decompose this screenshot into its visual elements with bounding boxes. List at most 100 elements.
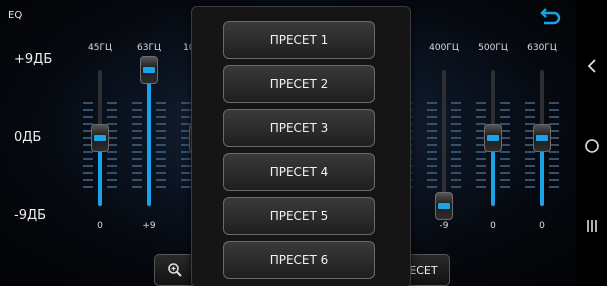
- nav-home-button[interactable]: [576, 138, 607, 154]
- scale-tick: [476, 186, 486, 188]
- scale-tick: [500, 109, 510, 111]
- preset-6-button[interactable]: ПРЕСЕТ 6: [223, 241, 375, 279]
- slider-knob[interactable]: [91, 124, 109, 152]
- scale-tick: [427, 102, 437, 104]
- scale-tick: [132, 186, 142, 188]
- band-frequency-label: 63ГЦ: [137, 43, 161, 53]
- scale-tick: [107, 123, 117, 125]
- scale-tick: [476, 158, 486, 160]
- eq-band-slider[interactable]: [80, 62, 120, 212]
- slider-knob[interactable]: [140, 56, 158, 84]
- recents-icon: [586, 220, 597, 232]
- scale-tick: [525, 165, 535, 167]
- eq-screen: EQ +9ДБ 0ДБ -9ДБ 45ГЦ063ГЦ+9100ГЦ315ГЦ+9…: [0, 0, 576, 286]
- scale-tick: [156, 144, 166, 146]
- scale-tick: [156, 116, 166, 118]
- scale-tick: [107, 102, 117, 104]
- scale-tick: [132, 137, 142, 139]
- slider-knob[interactable]: [484, 124, 502, 152]
- eq-band-slider[interactable]: [129, 56, 169, 212]
- scale-tick: [500, 158, 510, 160]
- scale-tick: [132, 165, 142, 167]
- scale-tick: [476, 179, 486, 181]
- scale-tick: [181, 102, 191, 104]
- scale-tick: [525, 109, 535, 111]
- nav-recents-button[interactable]: [576, 218, 607, 234]
- slider-fill: [147, 70, 151, 206]
- scale-tick: [451, 116, 461, 118]
- preset-5-button[interactable]: ПРЕСЕТ 5: [223, 197, 375, 235]
- chevron-left-icon: [587, 59, 596, 73]
- slider-knob[interactable]: [435, 192, 453, 220]
- scale-tick: [500, 123, 510, 125]
- scale-tick: [451, 130, 461, 132]
- scale-tick: [549, 172, 559, 174]
- db-label-max: +9ДБ: [14, 52, 53, 67]
- scale-tick: [451, 123, 461, 125]
- scale-tick: [451, 179, 461, 181]
- scale-tick: [156, 158, 166, 160]
- scale-tick: [500, 172, 510, 174]
- scale-tick: [549, 158, 559, 160]
- zoom-button[interactable]: [154, 254, 196, 286]
- slider-knob[interactable]: [533, 124, 551, 152]
- preset-2-button[interactable]: ПРЕСЕТ 2: [223, 65, 375, 103]
- scale-tick: [83, 109, 93, 111]
- band-frequency-label: 45ГЦ: [88, 43, 112, 53]
- nav-back-button[interactable]: [576, 58, 607, 74]
- preset-3-button[interactable]: ПРЕСЕТ 3: [223, 109, 375, 147]
- scale-tick: [525, 151, 535, 153]
- scale-tick: [156, 186, 166, 188]
- scale-tick: [451, 102, 461, 104]
- eq-band-slider[interactable]: [522, 62, 562, 212]
- zoom-in-icon: [168, 263, 182, 277]
- scale-tick: [83, 165, 93, 167]
- scale-tick: [525, 102, 535, 104]
- scale-tick: [156, 102, 166, 104]
- scale-tick: [107, 179, 117, 181]
- scale-tick: [451, 144, 461, 146]
- scale-tick: [476, 165, 486, 167]
- scale-tick: [427, 186, 437, 188]
- scale-tick: [500, 179, 510, 181]
- scale-tick: [427, 123, 437, 125]
- scale-tick: [476, 151, 486, 153]
- scale-tick: [427, 179, 437, 181]
- preset-1-button[interactable]: ПРЕСЕТ 1: [223, 21, 375, 59]
- eq-band-slider[interactable]: [473, 62, 513, 212]
- scale-tick: [83, 172, 93, 174]
- scale-tick: [107, 186, 117, 188]
- scale-tick: [427, 151, 437, 153]
- scale-tick: [451, 109, 461, 111]
- scale-tick: [107, 172, 117, 174]
- scale-tick: [549, 186, 559, 188]
- scale-tick: [181, 151, 191, 153]
- scale-tick: [132, 158, 142, 160]
- db-label-zero: 0ДБ: [14, 130, 42, 145]
- scale-tick: [181, 158, 191, 160]
- band-value-label: +9: [142, 221, 156, 231]
- scale-tick: [427, 158, 437, 160]
- back-arrow-icon[interactable]: [538, 8, 562, 26]
- scale-tick: [451, 151, 461, 153]
- scale-tick: [83, 186, 93, 188]
- scale-tick: [156, 151, 166, 153]
- scale-tick: [451, 137, 461, 139]
- scale-tick: [476, 102, 486, 104]
- scale-tick: [549, 165, 559, 167]
- scale-tick: [132, 102, 142, 104]
- scale-tick: [156, 130, 166, 132]
- scale-tick: [83, 102, 93, 104]
- scale-tick: [451, 165, 461, 167]
- scale-tick: [107, 165, 117, 167]
- scale-tick: [549, 116, 559, 118]
- db-label-min: -9ДБ: [14, 208, 47, 223]
- scale-tick: [132, 179, 142, 181]
- band-frequency-label: 500ГЦ: [478, 43, 508, 53]
- eq-band-slider[interactable]: [424, 62, 464, 220]
- scale-tick: [427, 144, 437, 146]
- scale-tick: [156, 109, 166, 111]
- screen-title: EQ: [8, 10, 23, 21]
- preset-4-button[interactable]: ПРЕСЕТ 4: [223, 153, 375, 191]
- scale-tick: [132, 151, 142, 153]
